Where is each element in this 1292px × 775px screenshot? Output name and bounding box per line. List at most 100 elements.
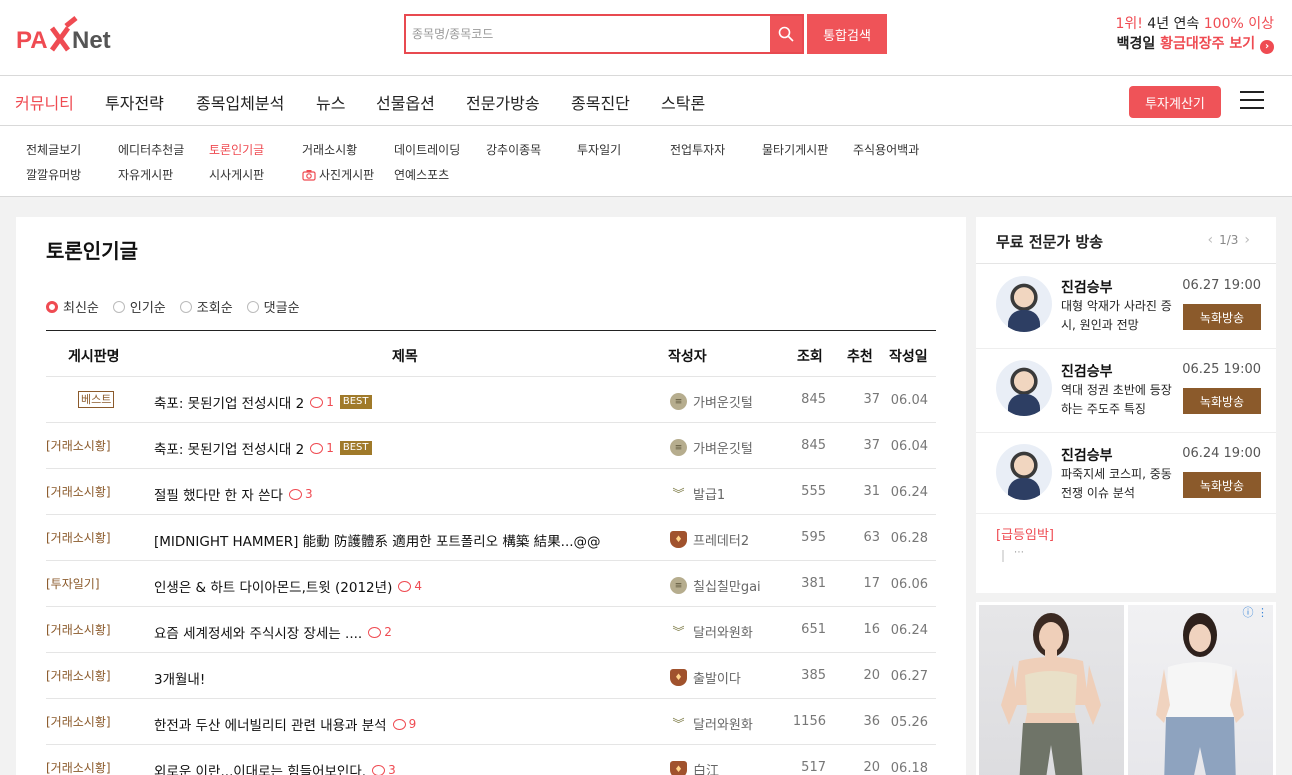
post-title[interactable]: 3개월내! — [154, 668, 205, 688]
expert-avatar[interactable] — [996, 276, 1052, 332]
replay-button[interactable]: 녹화방송 — [1183, 388, 1261, 414]
nav-futures[interactable]: 선물옵션 — [376, 90, 435, 114]
expert-avatar[interactable] — [996, 444, 1052, 500]
sort-views[interactable]: 조회순 — [179, 297, 233, 316]
table-row[interactable]: [투자일기] 인생은 & 하트 다이아몬드,트윗 (2012년) 4 ≡ 칠십칠만gai… — [46, 561, 936, 607]
lnb-current[interactable]: 시사게시판 — [209, 166, 264, 183]
nav-stockloan[interactable]: 스탁론 — [661, 90, 705, 114]
sort-popular[interactable]: 인기순 — [112, 297, 166, 316]
ad-image-2[interactable] — [1128, 605, 1273, 775]
expert-name[interactable]: 진검승부 — [1061, 445, 1113, 465]
search-icon — [778, 26, 794, 42]
table-row[interactable]: 베스트 축포: 못된기업 전성시대 2 1 BEST ≡ 가벼운깃털 845 37 06.04 — [46, 377, 936, 423]
nav-broadcast[interactable]: 전문가방송 — [466, 90, 540, 114]
post-title[interactable]: 요즘 세계정세와 주식시장 장세는 .... 2 — [154, 622, 392, 642]
search-input[interactable] — [406, 16, 772, 52]
lnb-glossary[interactable]: 주식용어백과 — [853, 141, 919, 158]
writer[interactable]: ︾ 달러와원화 — [670, 622, 753, 641]
board-name[interactable]: [거래소시황] — [46, 759, 111, 775]
nav-analysis[interactable]: 종목입체분석 — [196, 90, 284, 114]
lnb-daytrading[interactable]: 데이트레이딩 — [394, 141, 460, 158]
board-name[interactable]: [거래소시황] — [46, 621, 111, 638]
post-title[interactable]: 인생은 & 하트 다이아몬드,트윗 (2012년) 4 — [154, 576, 422, 596]
lnb-averaging[interactable]: 물타기게시판 — [762, 141, 828, 158]
broadcast-item[interactable]: 진검승부 역대 정권 초반에 등장하는 주도주 특징 06.25 19:00 녹화방송 — [996, 348, 1261, 430]
ad-banner[interactable]: ⓘ ⋮ — [976, 602, 1276, 775]
writer[interactable]: ︾ 달러와원화 — [670, 714, 753, 733]
comment-count: 9 — [392, 717, 416, 731]
promo-rate: 100% 이상 — [1203, 16, 1274, 32]
post-title[interactable]: 한전과 두산 에너빌리티 관련 내용과 분석 9 — [154, 714, 416, 734]
lnb-free[interactable]: 자유게시판 — [118, 166, 173, 183]
chevron-left-icon[interactable]: ‹ — [1207, 232, 1213, 248]
sort-options: 최신순 인기순 조회순 댓글순 — [46, 297, 314, 316]
expert-name[interactable]: 진검승부 — [1061, 361, 1113, 381]
replay-button[interactable]: 녹화방송 — [1183, 472, 1261, 498]
broadcast-desc[interactable]: 대형 악재가 사라진 증시, 원인과 전망 — [1061, 297, 1173, 335]
broadcast-item[interactable]: 진검승부 파죽지세 코스피, 중동 전쟁 이슈 분석 06.24 19:00 녹화방송 — [996, 432, 1261, 514]
urgent-label[interactable]: [급등임박] — [996, 524, 1054, 543]
board-name[interactable]: [거래소시황] — [46, 483, 111, 500]
lnb-photo[interactable]: 사진게시판 — [302, 166, 374, 183]
nav-diagnosis[interactable]: 종목진단 — [571, 90, 630, 114]
post-title[interactable]: [MIDNIGHT HAMMER] 能動 防護體系 適用한 포트폴리오 構築 結… — [154, 530, 601, 550]
lnb-fulltime[interactable]: 전업투자자 — [670, 141, 725, 158]
table-row[interactable]: [거래소시황] 요즘 세계정세와 주식시장 장세는 .... 2 ︾ 달러와원화 651 1… — [46, 607, 936, 653]
sort-latest[interactable]: 최신순 — [46, 297, 99, 316]
table-row[interactable]: [거래소시황] 축포: 못된기업 전성시대 2 1 BEST ≡ 가벼운깃털 845 37 06… — [46, 423, 936, 469]
promo-rank: 1위! — [1115, 16, 1143, 32]
writer[interactable]: ≡ 칠십칠만gai — [670, 576, 761, 595]
lnb-popular[interactable]: 토론인기글 — [209, 141, 264, 158]
view-count: 845 — [801, 438, 826, 453]
nav-news[interactable]: 뉴스 — [316, 90, 345, 114]
board-name[interactable]: 베스트 — [78, 391, 115, 408]
table-row[interactable]: [거래소시황] 절필 했다만 한 자 쓴다 3 ︾ 발급1 555 31 06.24 — [46, 469, 936, 515]
table-row[interactable]: [거래소시황] 3개월내! ♦ 출발이다 385 20 06.27 — [46, 653, 936, 699]
lnb-diary[interactable]: 투자일기 — [577, 141, 621, 158]
board-name[interactable]: [거래소시황] — [46, 437, 111, 454]
broadcast-desc[interactable]: 역대 정권 초반에 등장하는 주도주 특징 — [1061, 381, 1173, 419]
post-title[interactable]: 축포: 못된기업 전성시대 2 1 BEST — [154, 392, 372, 412]
lnb-entertainment[interactable]: 연예스포츠 — [394, 166, 449, 183]
lnb-recommend[interactable]: 강추이종목 — [486, 141, 541, 158]
post-title[interactable]: 절필 했다만 한 자 쓴다 3 — [154, 484, 313, 504]
promo-banner[interactable]: 1위! 4년 연속 100% 이상 백경일 황금대장주 보기 › — [1115, 14, 1274, 54]
post-title[interactable]: 외로운 이란,,,이대로는 힘들어보인다. 3 — [154, 760, 396, 775]
writer[interactable]: ♦ 출발이다 — [670, 668, 741, 687]
radio-icon — [179, 300, 192, 313]
sort-label: 조회순 — [196, 301, 233, 316]
sort-comments[interactable]: 댓글순 — [246, 297, 300, 316]
writer[interactable]: ≡ 가벼운깃털 — [670, 438, 753, 457]
expert-avatar[interactable] — [996, 360, 1052, 416]
total-search-button[interactable]: 통합검색 — [807, 14, 887, 54]
writer[interactable]: ≡ 가벼운깃털 — [670, 392, 753, 411]
writer[interactable]: ♦ 프레데터2 — [670, 530, 749, 549]
hamburger-menu-icon[interactable] — [1240, 91, 1264, 111]
board-name[interactable]: [거래소시황] — [46, 713, 111, 730]
writer[interactable]: ♦ 白江 — [670, 760, 719, 775]
writer[interactable]: ︾ 발급1 — [670, 484, 725, 503]
nav-strategy[interactable]: 투자전략 — [105, 90, 164, 114]
table-row[interactable]: [거래소시황] 외로운 이란,,,이대로는 힘들어보인다. 3 ♦ 白江 517 20 06.… — [46, 745, 936, 775]
ad-info-icon[interactable]: ⓘ ⋮ — [1243, 604, 1269, 620]
expert-name[interactable]: 진검승부 — [1061, 277, 1113, 297]
board-name[interactable]: [거래소시황] — [46, 529, 111, 546]
paxnet-logo[interactable]: PA Net — [16, 16, 134, 56]
replay-button[interactable]: 녹화방송 — [1183, 304, 1261, 330]
calculator-button[interactable]: 투자계산기 — [1129, 86, 1221, 118]
lnb-market[interactable]: 거래소시황 — [302, 141, 357, 158]
chevron-right-icon[interactable]: › — [1244, 232, 1250, 248]
nav-community[interactable]: 커뮤니티 — [15, 90, 74, 114]
lnb-all[interactable]: 전체글보기 — [26, 141, 81, 158]
ad-image-1[interactable] — [979, 605, 1124, 775]
post-title[interactable]: 축포: 못된기업 전성시대 2 1 BEST — [154, 438, 372, 458]
table-row[interactable]: [거래소시황] [MIDNIGHT HAMMER] 能動 防護體系 適用한 포트폴… — [46, 515, 936, 561]
search-button[interactable] — [770, 16, 802, 52]
table-row[interactable]: [거래소시황] 한전과 두산 에너빌리티 관련 내용과 분석 9 ︾ 달러와원화 1156… — [46, 699, 936, 745]
board-name[interactable]: [거래소시황] — [46, 667, 111, 684]
lnb-editor[interactable]: 에디터추천글 — [118, 141, 184, 158]
broadcast-item[interactable]: 진검승부 대형 악재가 사라진 증시, 원인과 전망 06.27 19:00 녹화방송 — [996, 264, 1261, 346]
broadcast-desc[interactable]: 파죽지세 코스피, 중동 전쟁 이슈 분석 — [1061, 465, 1173, 503]
board-name[interactable]: [투자일기] — [46, 575, 100, 592]
lnb-humor[interactable]: 깔깔유머방 — [26, 166, 81, 183]
